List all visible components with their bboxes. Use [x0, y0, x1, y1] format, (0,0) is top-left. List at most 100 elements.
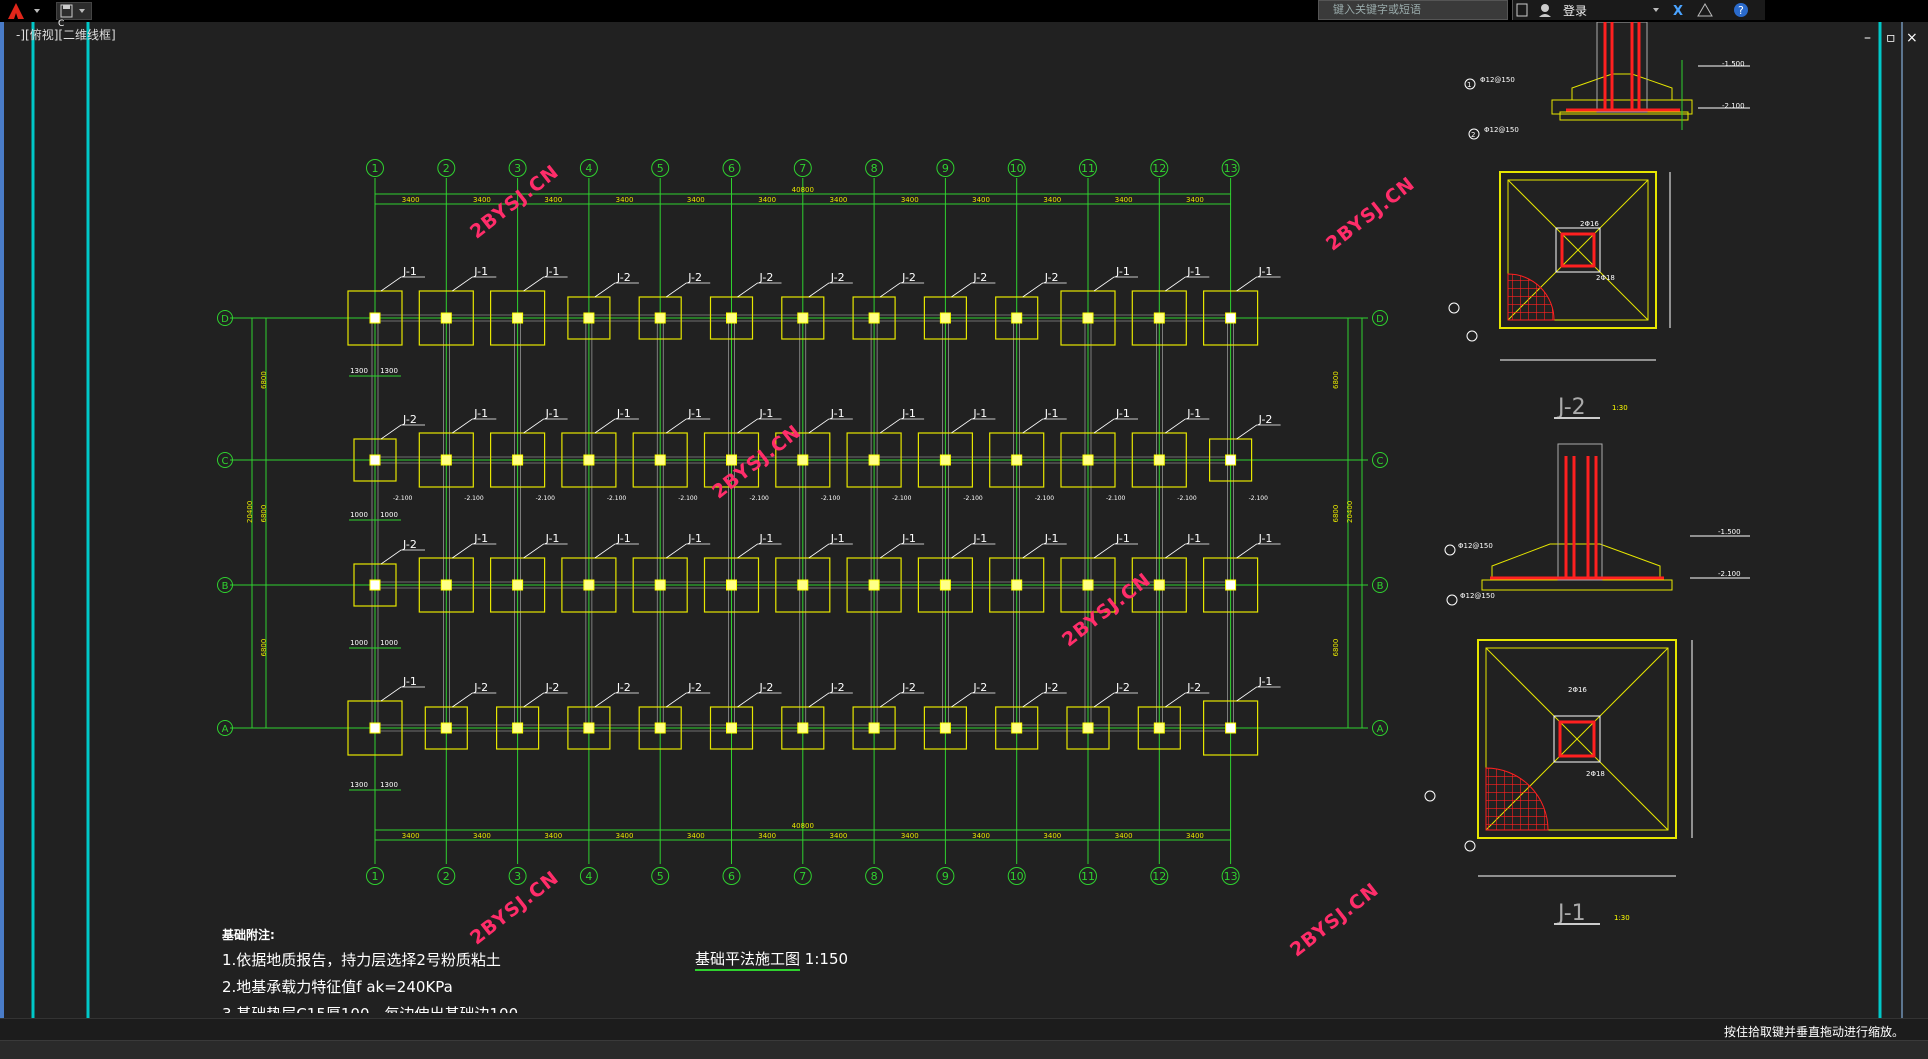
footing-label: J-1	[473, 532, 488, 545]
elevation-label: -2.100	[393, 495, 413, 502]
footing-label: J-1	[972, 407, 987, 420]
leader-line	[380, 686, 425, 702]
bottom-toolbar[interactable]	[0, 1040, 1928, 1059]
leader-line	[523, 418, 568, 434]
leader-line	[951, 418, 996, 434]
elevation-label: -2.100	[963, 495, 983, 502]
leader-line	[1093, 276, 1138, 292]
leader-line	[380, 276, 425, 292]
column	[369, 579, 381, 591]
leader-line	[1236, 543, 1281, 559]
footing-label: J-2	[972, 681, 987, 694]
axis-label: B	[222, 581, 229, 592]
cursor-tag: C	[58, 19, 65, 29]
section-title-j1: J-1	[1556, 901, 1586, 926]
leader-line	[594, 282, 639, 298]
column	[1082, 722, 1094, 734]
leader-line	[523, 692, 568, 708]
axis-label: A	[222, 724, 229, 735]
footing-label: J-2	[473, 681, 488, 694]
axis-label: 1	[372, 870, 379, 883]
leader-line	[808, 418, 853, 434]
column	[583, 454, 595, 466]
callout-2-icon	[1446, 594, 1458, 606]
restore-icon[interactable]: ▫	[1886, 30, 1896, 46]
dimension-text: 3400	[473, 196, 491, 204]
axis-label: 5	[657, 162, 664, 175]
leader-line	[879, 418, 925, 434]
column	[1082, 312, 1094, 324]
footing-label: J-1	[616, 532, 631, 545]
application-menu-button[interactable]	[4, 1, 44, 21]
minimize-icon[interactable]: –	[1864, 30, 1871, 46]
user-icon	[1541, 4, 1549, 12]
axis-label: 6	[728, 870, 735, 883]
leader-line	[737, 543, 782, 559]
footing-label: J-2	[972, 271, 987, 284]
elevation-label: -2.100	[1249, 495, 1269, 502]
dimension-text: 3400	[402, 196, 420, 204]
close-icon[interactable]: ×	[1906, 30, 1918, 46]
footing-label: J-1	[759, 407, 774, 420]
plan-title: 基础平法施工图 1:150	[695, 948, 849, 971]
dimension-text: 1300	[380, 367, 398, 375]
info-center-toolbar: X ? 登录	[1512, 0, 1765, 20]
exchange-icon: X	[1673, 4, 1683, 19]
dimension-text: 3400	[758, 832, 776, 840]
svg-text:2: 2	[1471, 131, 1475, 139]
column	[583, 312, 595, 324]
column	[797, 312, 809, 324]
column	[512, 312, 524, 324]
rebar-label: Φ12@150	[1460, 592, 1495, 600]
bar-label: 2Φ16	[1568, 686, 1587, 694]
axis-label: 8	[871, 870, 878, 883]
column	[797, 579, 809, 591]
drawing-canvas[interactable]: 1 1 2 2 3 3 4 4 5 5 6 6 7 7 8 8 9 9 10 10 11 11 12 12 13 13 3400 34…	[0, 21, 1928, 1018]
elevation-label: -2.100	[1718, 570, 1741, 578]
footing-label: J-1	[759, 532, 774, 545]
login-button[interactable]: 登录	[1563, 2, 1587, 19]
column	[583, 579, 595, 591]
dimension-text: 3400	[1043, 196, 1061, 204]
footing-label: J-1	[402, 265, 417, 278]
axis-label: 9	[942, 870, 949, 883]
leader-line	[737, 418, 782, 434]
callout-2-icon	[1466, 330, 1478, 342]
column	[797, 722, 809, 734]
elevation-label: -2.100	[536, 495, 556, 502]
leader-line	[1093, 543, 1138, 559]
dimension-text: 40800	[792, 822, 814, 830]
dimension-text: 3400	[473, 832, 491, 840]
leader-line	[665, 692, 711, 708]
footing-label: J-2	[616, 681, 631, 694]
leader-line	[951, 543, 996, 559]
dimension-text: 3400	[972, 832, 990, 840]
dimension-text: 6800	[1332, 505, 1340, 523]
leader-line	[1165, 276, 1210, 292]
footing-label: J-2	[616, 271, 631, 284]
leader-line	[523, 543, 568, 559]
viewport-controls-label[interactable]: -][俯视][二维线框]	[16, 26, 116, 43]
quick-access-toolbar[interactable]	[56, 2, 92, 20]
leader-line	[808, 282, 853, 298]
footing-label: J-1	[830, 407, 845, 420]
leader-line	[1022, 692, 1067, 708]
footing-label: J-1	[830, 532, 845, 545]
dimension-text: 6800	[260, 505, 268, 523]
note-line: 2.地基承载力特征值f ak=240KPa	[222, 978, 453, 996]
save-icon	[60, 4, 85, 18]
section-j2-plan	[1499, 171, 1671, 361]
elevation-label: -2.100	[1722, 102, 1745, 110]
callout-1-icon	[1444, 544, 1456, 556]
axis-label: D	[1376, 314, 1384, 325]
column	[440, 312, 452, 324]
plan-title-scale: 1:150	[804, 950, 849, 968]
search-input[interactable]: 键入关键字或短语	[1318, 0, 1508, 20]
leader-line	[1165, 692, 1210, 708]
column	[939, 454, 951, 466]
footing-label: J-1	[1258, 675, 1273, 688]
dimension-text: 3400	[1186, 196, 1204, 204]
column	[939, 312, 951, 324]
footing-label: J-1	[1186, 265, 1201, 278]
leader-line	[1022, 543, 1067, 559]
